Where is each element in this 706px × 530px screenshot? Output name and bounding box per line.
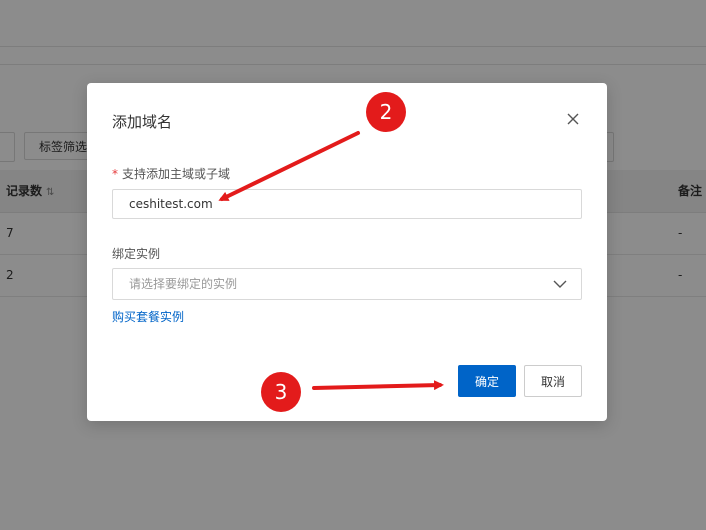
- domain-field-label: * 支持添加主域或子域: [112, 167, 231, 181]
- confirm-button[interactable]: 确定: [458, 365, 516, 397]
- close-icon[interactable]: [565, 111, 581, 127]
- buy-package-instance-link[interactable]: 购买套餐实例: [112, 308, 184, 325]
- cancel-button[interactable]: 取消: [524, 365, 582, 397]
- instance-select-placeholder: 请选择要绑定的实例: [129, 277, 238, 291]
- required-mark: *: [112, 167, 118, 181]
- step-badge: 3: [261, 372, 301, 412]
- dialog-title: 添加域名: [112, 113, 173, 131]
- domain-input[interactable]: [112, 189, 582, 219]
- instance-field-label: 绑定实例: [112, 247, 161, 261]
- add-domain-dialog: 添加域名 *支持添加主域或子域 绑定实例 请选择要绑定的实例 购买套餐实例 确定…: [87, 83, 607, 421]
- step-badge: 2: [366, 92, 406, 132]
- instance-select[interactable]: 请选择要绑定的实例: [112, 268, 582, 300]
- chevron-down-icon: [553, 280, 567, 288]
